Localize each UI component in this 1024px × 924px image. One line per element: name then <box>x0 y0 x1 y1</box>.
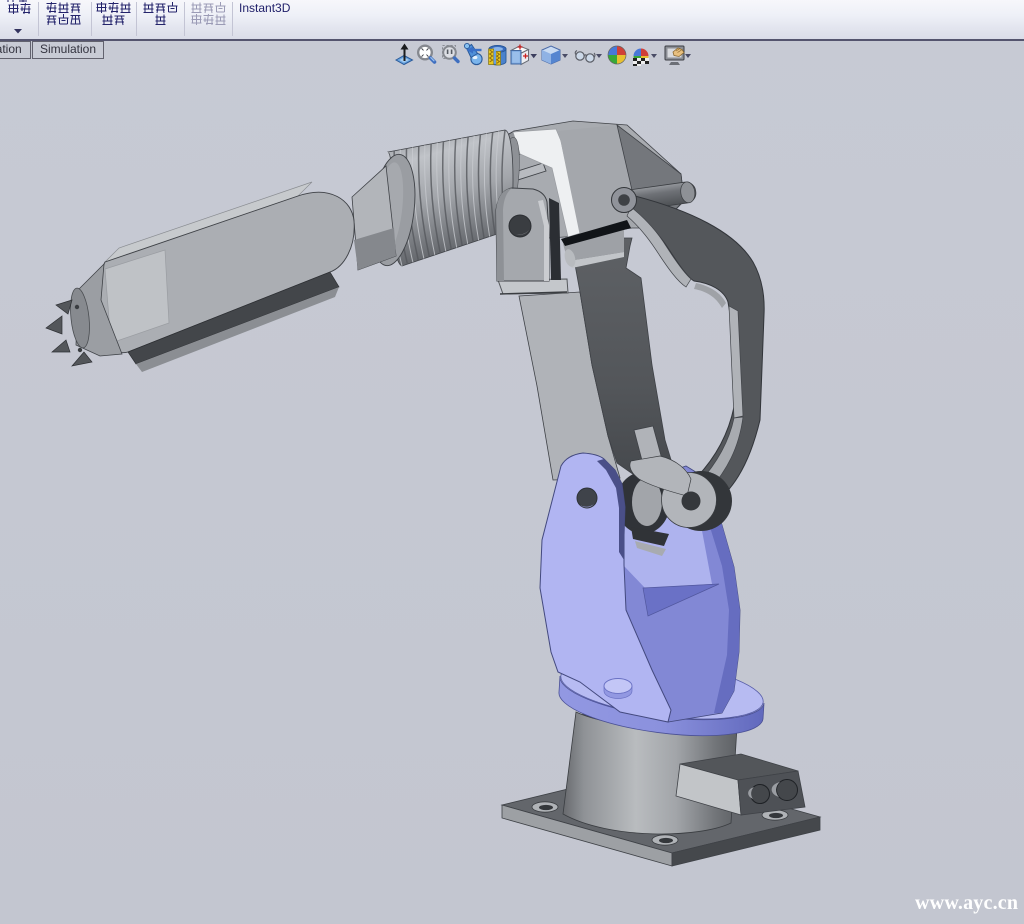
svg-text:www.ayc.cn: www.ayc.cn <box>915 892 1018 914</box>
